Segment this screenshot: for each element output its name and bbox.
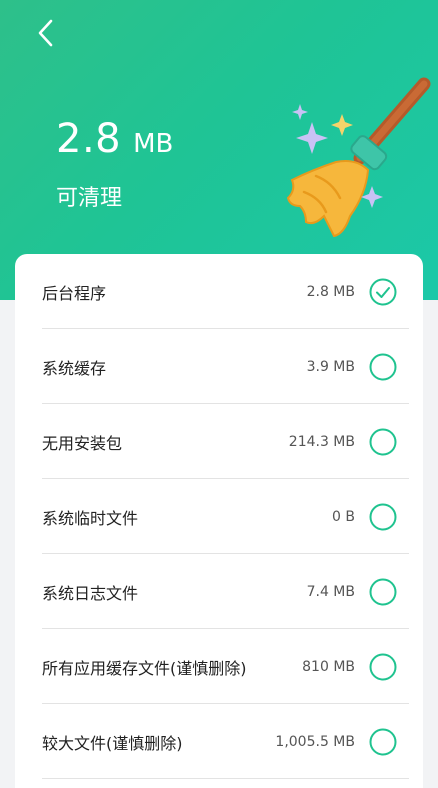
clean-item-size: 0 B [332, 508, 355, 525]
broom-sparkle-icon [286, 77, 431, 238]
clean-item-row[interactable]: 所有应用缓存文件(谨慎删除) 810 MB [15, 629, 423, 704]
clean-item-label: 后台程序 [42, 283, 107, 303]
checkbox-unchecked-icon[interactable] [369, 353, 397, 381]
clean-item-label: 系统缓存 [42, 358, 107, 378]
checkbox-checked-icon[interactable] [369, 278, 397, 306]
clean-item-row[interactable]: 无用安装包 214.3 MB [15, 404, 423, 479]
clean-item-size: 7.4 MB [306, 583, 355, 600]
checkbox-unchecked-icon[interactable] [369, 728, 397, 756]
clean-item-row[interactable]: 系统日志文件 7.4 MB [15, 554, 423, 629]
cleanable-label: 可清理 [56, 186, 123, 211]
clean-item-size: 3.9 MB [306, 358, 355, 375]
checkbox-unchecked-icon[interactable] [369, 428, 397, 456]
clean-item-label: 系统临时文件 [42, 508, 139, 528]
clean-item-label: 无用安装包 [42, 433, 123, 453]
clean-item-row[interactable]: 系统缓存 3.9 MB [15, 329, 423, 404]
clean-item-row[interactable]: 系统临时文件 0 B [15, 479, 423, 554]
clean-item-label: 较大文件(谨慎删除) [42, 733, 183, 753]
cleanable-size-unit: MB [133, 129, 174, 159]
checkbox-unchecked-icon[interactable] [369, 653, 397, 681]
clean-item-size: 2.8 MB [306, 283, 355, 300]
clean-item-size: 1,005.5 MB [275, 733, 355, 750]
back-button[interactable] [30, 16, 60, 50]
chevron-left-icon [38, 19, 53, 47]
cleanable-size-value: 2.8 [56, 116, 122, 162]
clean-item-label: 系统日志文件 [42, 583, 139, 603]
clean-item-label: 所有应用缓存文件(谨慎删除) [42, 658, 247, 678]
cleanable-size: 2.8 MB [56, 116, 173, 162]
clean-item-size: 810 MB [302, 658, 355, 675]
clean-item-size: 214.3 MB [288, 433, 355, 450]
clean-items-card: 后台程序 2.8 MB 系统缓存 3.9 MB 无用安装包 214.3 MB 系统临时文件 0… [15, 254, 423, 788]
clean-item-row[interactable]: 较大文件(谨慎删除) 1,005.5 MB [15, 704, 423, 779]
checkbox-unchecked-icon[interactable] [369, 503, 397, 531]
clean-item-row[interactable]: 后台程序 2.8 MB [15, 254, 423, 329]
row-divider [42, 778, 409, 779]
checkbox-unchecked-icon[interactable] [369, 578, 397, 606]
